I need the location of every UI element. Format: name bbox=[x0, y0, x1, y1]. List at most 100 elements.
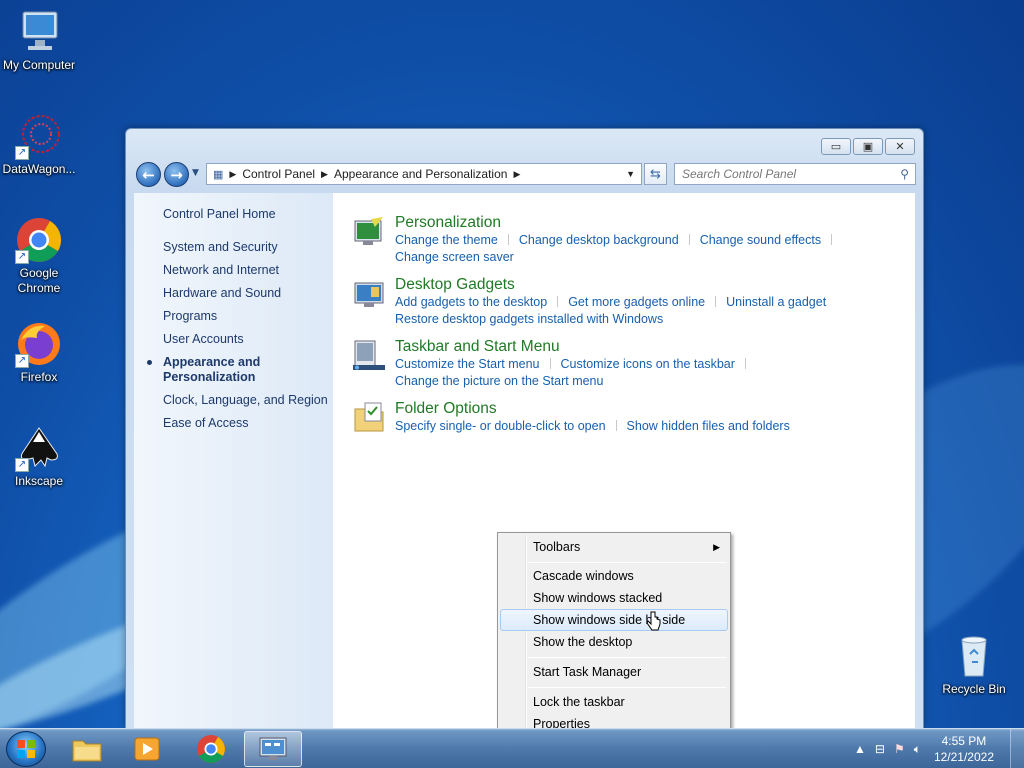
breadcrumb-separator-icon[interactable]: ▶ bbox=[513, 169, 520, 180]
link-uninstall-gadget[interactable]: Uninstall a gadget bbox=[726, 295, 826, 309]
forward-arrow-icon: → bbox=[170, 165, 183, 184]
folder-icon bbox=[72, 740, 102, 762]
clock[interactable]: 4:55 PM 12/21/2022 bbox=[934, 733, 994, 765]
desktop-icon-google-chrome[interactable]: ↗ Google Chrome bbox=[2, 216, 76, 296]
link-single-double-click[interactable]: Specify single- or double-click to open bbox=[395, 419, 606, 433]
search-icon[interactable]: ⚲ bbox=[900, 167, 909, 181]
link-customize-taskbar-icons[interactable]: Customize icons on the taskbar bbox=[561, 357, 735, 371]
navigation-bar: ← → ▼ ▦ ▶ Control Panel ▶ Appearance and… bbox=[134, 160, 916, 188]
folder-options-icon bbox=[353, 401, 385, 433]
category-title[interactable]: Personalization bbox=[395, 213, 915, 232]
link-change-theme[interactable]: Change the theme bbox=[395, 233, 498, 247]
link-change-sound-effects[interactable]: Change sound effects bbox=[700, 233, 821, 247]
refresh-button[interactable]: ⇆ bbox=[644, 163, 667, 185]
windows-logo-icon bbox=[17, 740, 35, 758]
sidebar-item-control-panel-home[interactable]: Control Panel Home bbox=[134, 207, 333, 222]
desktop-icon-datawagon[interactable]: ↗ DataWagon... bbox=[2, 112, 76, 177]
control-panel-icon bbox=[259, 737, 287, 760]
menu-separator bbox=[528, 562, 726, 563]
category-title[interactable]: Folder Options bbox=[395, 399, 915, 418]
address-dropdown-icon[interactable]: ▼ bbox=[626, 169, 635, 179]
firefox-icon: ↗ bbox=[15, 320, 63, 368]
category-title[interactable]: Taskbar and Start Menu bbox=[395, 337, 915, 356]
category-title[interactable]: Desktop Gadgets bbox=[395, 275, 915, 294]
search-input[interactable]: Search Control Panel ⚲ bbox=[674, 163, 916, 185]
personalization-icon bbox=[353, 215, 385, 247]
maximize-button[interactable]: ▣ bbox=[853, 138, 883, 155]
desktop-icon-inkscape[interactable]: ↗ Inkscape bbox=[2, 424, 76, 489]
link-separator bbox=[715, 296, 717, 307]
link-change-start-picture[interactable]: Change the picture on the Start menu bbox=[395, 374, 603, 388]
menu-item-label: Toolbars bbox=[533, 540, 581, 554]
taskbar-context-menu: Toolbars ▶ Cascade windows Show windows … bbox=[497, 532, 731, 739]
link-separator bbox=[549, 358, 551, 369]
taskbar-control-panel-button[interactable] bbox=[244, 731, 302, 767]
control-panel-icon: ▦ bbox=[213, 168, 224, 181]
breadcrumb-appearance[interactable]: Appearance and Personalization bbox=[334, 167, 507, 181]
breadcrumb-control-panel[interactable]: Control Panel bbox=[242, 167, 315, 181]
taskbar-chrome-button[interactable] bbox=[182, 731, 240, 767]
link-change-screen-saver[interactable]: Change screen saver bbox=[395, 250, 514, 264]
sidebar-item-network-internet[interactable]: Network and Internet bbox=[134, 263, 333, 278]
taskbar-icon bbox=[353, 339, 385, 371]
sidebar-item-programs[interactable]: Programs bbox=[134, 309, 333, 324]
close-button[interactable]: ✕ bbox=[885, 138, 915, 155]
media-player-icon bbox=[134, 737, 160, 761]
refresh-icon: ⇆ bbox=[650, 166, 661, 182]
breadcrumb-separator-icon[interactable]: ▶ bbox=[321, 169, 328, 180]
chrome-icon bbox=[197, 735, 225, 763]
clock-time: 4:55 PM bbox=[941, 734, 987, 748]
clock-date: 12/21/2022 bbox=[933, 750, 994, 764]
link-separator bbox=[615, 420, 617, 431]
link-separator bbox=[688, 234, 690, 245]
desktop-icon-recycle-bin[interactable]: Recycle Bin bbox=[937, 632, 1011, 697]
link-add-gadgets[interactable]: Add gadgets to the desktop bbox=[395, 295, 547, 309]
network-icon[interactable]: ⊟ bbox=[875, 742, 885, 756]
link-change-desktop-background[interactable]: Change desktop background bbox=[519, 233, 679, 247]
back-button[interactable]: ← bbox=[136, 162, 161, 187]
shortcut-arrow-icon: ↗ bbox=[15, 354, 29, 368]
menu-item-show-windows-side-by-side[interactable]: Show windows side by side bbox=[500, 609, 728, 631]
link-show-hidden-files[interactable]: Show hidden files and folders bbox=[627, 419, 790, 433]
address-bar[interactable]: ▦ ▶ Control Panel ▶ Appearance and Perso… bbox=[206, 163, 642, 185]
desktop-icon-my-computer[interactable]: My Computer bbox=[2, 8, 76, 73]
sidebar-item-hardware-sound[interactable]: Hardware and Sound bbox=[134, 286, 333, 301]
taskbar-explorer-button[interactable] bbox=[58, 731, 116, 767]
menu-item-show-the-desktop[interactable]: Show the desktop bbox=[500, 631, 728, 653]
menu-item-start-task-manager[interactable]: Start Task Manager bbox=[500, 661, 728, 683]
link-customize-start-menu[interactable]: Customize the Start menu bbox=[395, 357, 540, 371]
link-get-more-gadgets[interactable]: Get more gadgets online bbox=[568, 295, 705, 309]
menu-item-lock-the-taskbar[interactable]: Lock the taskbar bbox=[500, 691, 728, 713]
start-button[interactable] bbox=[6, 731, 46, 767]
sidebar-item-user-accounts[interactable]: User Accounts bbox=[134, 332, 333, 347]
taskbar-media-player-button[interactable] bbox=[118, 731, 176, 767]
category-taskbar-start-menu: Taskbar and Start Menu Customize the Sta… bbox=[353, 337, 915, 390]
forward-button[interactable]: → bbox=[164, 162, 189, 187]
sidebar-item-clock-language-region[interactable]: Clock, Language, and Region bbox=[134, 393, 333, 408]
volume-icon[interactable]: 🔈︎ bbox=[914, 742, 921, 757]
sidebar: Control Panel Home System and Security N… bbox=[134, 193, 333, 728]
link-separator bbox=[507, 234, 509, 245]
sidebar-item-ease-of-access[interactable]: Ease of Access bbox=[134, 416, 333, 431]
desktop-icon-firefox[interactable]: ↗ Firefox bbox=[2, 320, 76, 385]
desktop-icon-label: My Computer bbox=[2, 58, 76, 72]
breadcrumb-separator-icon[interactable]: ▶ bbox=[229, 169, 236, 180]
sidebar-item-system-security[interactable]: System and Security bbox=[134, 240, 333, 255]
desktop-icon-label: Inkscape bbox=[14, 474, 64, 488]
sidebar-item-appearance-personalization[interactable]: Appearance and Personalization bbox=[134, 355, 264, 385]
category-desktop-gadgets: Desktop Gadgets Add gadgets to the deskt… bbox=[353, 275, 915, 328]
menu-separator bbox=[528, 657, 726, 658]
submenu-arrow-icon: ▶ bbox=[713, 542, 720, 552]
desktop-gadgets-icon bbox=[353, 277, 385, 309]
action-center-flag-icon[interactable]: ⚑ bbox=[894, 742, 905, 756]
link-restore-gadgets[interactable]: Restore desktop gadgets installed with W… bbox=[395, 312, 663, 326]
show-desktop-button[interactable] bbox=[1010, 729, 1024, 768]
desktop-icon-label: Firefox bbox=[20, 370, 58, 384]
recent-pages-chevron-icon[interactable]: ▼ bbox=[192, 168, 199, 178]
menu-item-toolbars[interactable]: Toolbars ▶ bbox=[500, 536, 728, 558]
show-hidden-icons-arrow-icon[interactable]: ▲ bbox=[854, 742, 866, 756]
minimize-button[interactable]: ▭ bbox=[821, 138, 851, 155]
menu-item-show-windows-stacked[interactable]: Show windows stacked bbox=[500, 587, 728, 609]
menu-item-cascade-windows[interactable]: Cascade windows bbox=[500, 565, 728, 587]
mouse-cursor-icon bbox=[647, 611, 661, 631]
